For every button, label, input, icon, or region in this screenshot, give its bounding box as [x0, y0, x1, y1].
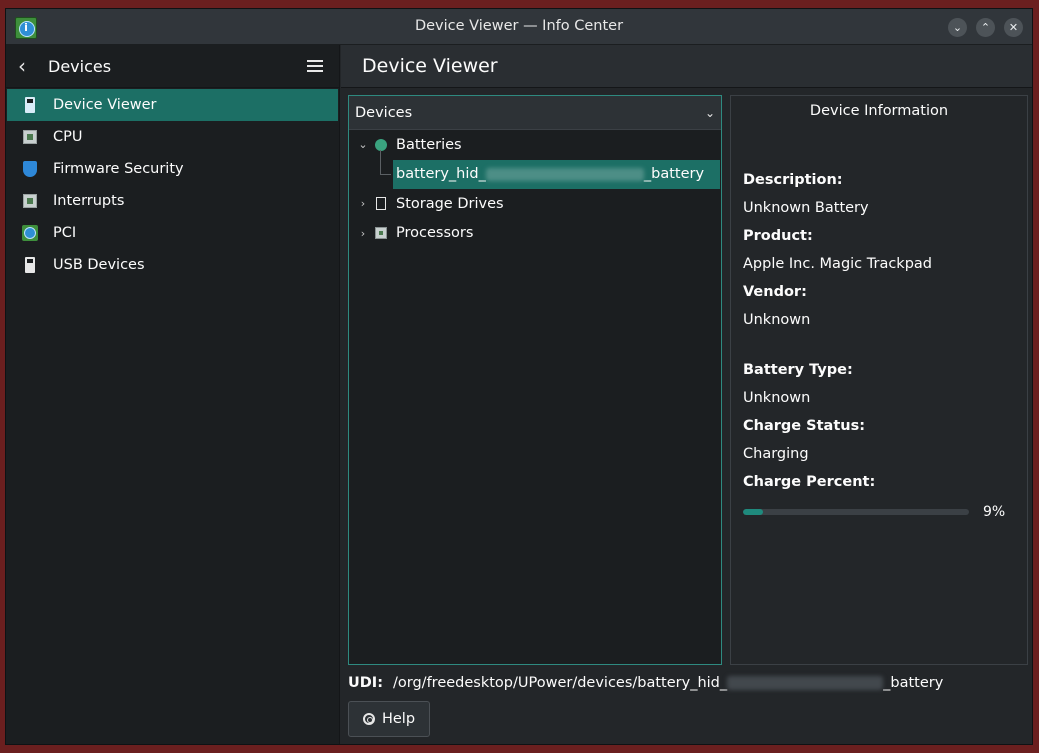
sidebar-item-label: CPU	[53, 129, 83, 145]
redacted-serial	[485, 167, 644, 181]
hamburger-menu-icon[interactable]	[307, 60, 323, 72]
tree-node-label: Storage Drives	[396, 195, 504, 212]
field-value: Unknown Battery	[743, 200, 869, 216]
field-label: Charge Percent:	[743, 474, 876, 490]
udi-prefix: /org/freedesktop/UPower/devices/battery_…	[393, 675, 728, 691]
usb-icon	[21, 256, 41, 274]
close-button[interactable]: ✕	[1004, 18, 1023, 37]
sidebar: ‹ Devices Device Viewer CPU Firmware Sec…	[6, 45, 340, 744]
devices-combobox-label: Devices	[355, 104, 413, 121]
field-label: Charge Status:	[743, 418, 866, 434]
sidebar-list: Device Viewer CPU Firmware Security Inte…	[6, 88, 339, 281]
info-center-window: Device Viewer — Info Center ⌄ ⌃ ✕ ‹ Devi…	[5, 8, 1033, 745]
tree-node-label: Processors	[396, 225, 474, 242]
title-bar: Device Viewer — Info Center ⌄ ⌃ ✕	[6, 9, 1032, 45]
main-content: Device Viewer Devices ⌄ ⌄ Batteries batt…	[341, 45, 1032, 744]
tree-node-label-suffix: _battery	[643, 166, 705, 183]
sidebar-item-pci[interactable]: PCI	[7, 217, 338, 249]
field-label: Product:	[743, 228, 813, 244]
page-title: Device Viewer	[362, 55, 498, 77]
cpu-chip-icon	[21, 128, 41, 146]
field-label: Description:	[743, 172, 843, 188]
chevron-left-icon[interactable]: ‹	[18, 54, 42, 78]
info-icon	[21, 224, 41, 242]
progress-percent-text: 9%	[983, 504, 1006, 520]
drive-icon	[373, 196, 389, 211]
collapse-arrow-icon[interactable]: ⌄	[353, 138, 373, 151]
udi-label: UDI:	[348, 675, 384, 691]
info-panel-title: Device Information	[809, 103, 949, 119]
charge-progress: 9%	[743, 504, 1013, 520]
device-information-panel: Device Information Description: Unknown …	[730, 95, 1028, 665]
field-label: Vendor:	[743, 284, 807, 300]
tree-node-battery-hid[interactable]: battery_hid_ _battery	[380, 149, 720, 189]
tree-node-label: Batteries	[396, 136, 462, 153]
tree-node-label-prefix: battery_hid_	[396, 166, 486, 183]
progress-track	[743, 509, 969, 515]
sidebar-item-label: PCI	[53, 225, 77, 241]
tree-node-processors[interactable]: › Processors	[349, 219, 721, 249]
field-label: Battery Type:	[743, 362, 853, 378]
udi-row: UDI: /org/freedesktop/UPower/devices/bat…	[348, 675, 943, 691]
tree-node-storage-drives[interactable]: › Storage Drives	[349, 189, 721, 219]
sidebar-item-label: Device Viewer	[53, 97, 157, 113]
chip-icon	[21, 192, 41, 210]
tree-node-batteries[interactable]: ⌄ Batteries	[349, 130, 721, 160]
sidebar-item-device-viewer[interactable]: Device Viewer	[7, 89, 338, 121]
minimize-button[interactable]: ⌄	[948, 18, 967, 37]
field-value: Unknown	[743, 390, 811, 406]
field-value: Charging	[743, 446, 809, 462]
usb-device-icon	[21, 96, 41, 114]
sidebar-item-usb-devices[interactable]: USB Devices	[7, 249, 338, 281]
sidebar-item-firmware-security[interactable]: Firmware Security	[7, 153, 338, 185]
info-center-app-icon	[15, 17, 37, 39]
processor-icon	[373, 226, 389, 240]
sidebar-item-label: Firmware Security	[53, 161, 184, 177]
redacted-serial	[727, 676, 884, 690]
shield-icon	[21, 160, 41, 178]
sidebar-header: ‹ Devices	[6, 45, 339, 88]
help-lifebuoy-icon	[362, 713, 375, 725]
chevron-down-icon: ⌄	[952, 21, 963, 34]
sidebar-item-label: USB Devices	[53, 257, 145, 273]
sidebar-title: Devices	[48, 56, 112, 76]
maximize-button[interactable]: ⌃	[976, 18, 995, 37]
sidebar-item-cpu[interactable]: CPU	[7, 121, 338, 153]
progress-fill	[743, 509, 764, 515]
chevron-up-icon: ⌃	[980, 21, 991, 34]
sidebar-item-interrupts[interactable]: Interrupts	[7, 185, 338, 217]
info-fields: Description: Unknown Battery Product: Ap…	[743, 166, 1013, 520]
help-button-label: Help	[381, 711, 416, 727]
help-button[interactable]: Help	[348, 701, 430, 737]
page-header: Device Viewer	[341, 45, 1032, 88]
devices-combobox[interactable]: Devices ⌄	[349, 96, 721, 130]
sidebar-item-label: Interrupts	[53, 193, 125, 209]
window-title: Device Viewer — Info Center	[414, 18, 624, 34]
expand-arrow-icon[interactable]: ›	[353, 227, 373, 240]
udi-suffix: _battery	[883, 675, 944, 691]
close-icon: ✕	[1008, 21, 1019, 34]
expand-arrow-icon[interactable]: ›	[353, 197, 373, 210]
field-value: Apple Inc. Magic Trackpad	[743, 256, 932, 272]
chevron-down-icon: ⌄	[704, 105, 715, 120]
device-tree[interactable]: Devices ⌄ ⌄ Batteries battery_hid_ _batt…	[348, 95, 722, 665]
field-value: Unknown	[743, 312, 811, 328]
